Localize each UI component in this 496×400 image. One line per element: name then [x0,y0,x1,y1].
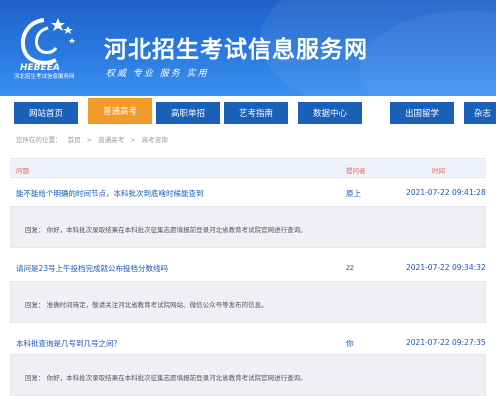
question-time: 2021-07-22 09:41:28 [406,188,486,197]
answer-box: 回复： 你好，本科批次录取结果在本科批次征集志愿填报前登录河北省教育考试院官网进… [10,206,486,248]
answer-text: 回复： 你好，本科批次录取结果在本科批次征集志愿填报前登录河北省教育考试院官网进… [25,374,307,382]
question-row: 本科批查询是几号到几号之间？ 你 2021-07-22 09:27:35 [10,334,486,352]
nav-item-magazine[interactable]: 杂志 [464,102,496,124]
question-time: 2021-07-22 09:27:35 [406,338,486,347]
answer-text: 回复： 你好，本科批次录取结果在本科批次征集志愿填报前登录河北省教育考试院官网进… [25,226,307,234]
nav-item-study-abroad[interactable]: 出国留学 [390,102,454,124]
question-link[interactable]: 能不能给个明确的时间节点，本科批次到底啥时候能查到 [16,188,204,199]
header-time: 时间 [432,167,445,175]
breadcrumb-prefix: 您所在的位置： [16,136,62,144]
question-row: 能不能给个明确的时间节点，本科批次到底啥时候能查到 原上 2021-07-22 … [10,184,486,202]
logo-text: HEBEEA [20,63,60,72]
asker-name: 原上 [346,189,361,198]
answer-box: 回复： 你好，本科批次录取结果在本科批次征集志愿填报前登录河北省教育考试院官网进… [10,354,486,396]
breadcrumb-current: 高考咨询 [141,136,168,144]
site-header: HEBEEA 河北招生考试信息服务网 河北招生考试信息服务网 权威 专业 服务 … [0,0,496,96]
site-logo-icon[interactable]: HEBEEA [14,14,80,72]
nav-item-vocational[interactable]: 高职单招 [156,102,220,124]
breadcrumb-home-link[interactable]: 首页 [68,136,81,144]
site-slogan: 权威 专业 服务 实用 [106,69,209,79]
breadcrumb-gaokao-link[interactable]: 普通高考 [98,136,124,144]
header-asker: 提问者 [346,167,366,175]
question-link[interactable]: 请问是23号上午投档完成就公布投档分数线吗 [16,263,168,274]
breadcrumb-separator: > [130,136,136,144]
nav-item-gaokao[interactable]: 普通高考 [88,98,152,124]
answer-text: 回复： 准确时间待定，敬请关注河北省教育考试院网站、微信公众号等发布的信息。 [25,301,268,309]
breadcrumb: 您所在的位置： 首页 > 普通高考 > 高考咨询 [16,134,172,144]
main-nav: 网站首页 普通高考 高职单招 艺考指南 数据中心 出国留学 杂志 [0,96,496,128]
logo-subtitle: 河北招生考试信息服务网 [14,74,75,80]
table-header: 问题 提问者 时间 [10,158,486,178]
question-link[interactable]: 本科批查询是几号到几号之间？ [16,338,121,349]
breadcrumb-separator: > [86,136,93,144]
answer-box: 回复： 准确时间待定，敬请关注河北省教育考试院网站、微信公众号等发布的信息。 [10,281,486,323]
nav-item-home[interactable]: 网站首页 [14,102,78,124]
nav-item-data-center[interactable]: 数据中心 [298,102,362,124]
question-time: 2021-07-22 09:34:32 [406,263,486,272]
question-row: 请问是23号上午投档完成就公布投档分数线吗 zz 2021-07-22 09:3… [10,259,486,277]
header-question: 问题 [16,167,29,175]
asker-name: zz [346,263,354,272]
asker-name: 你 [346,339,354,348]
site-title: 河北招生考试信息服务网 [104,36,368,63]
nav-item-art-exam[interactable]: 艺考指南 [224,102,288,124]
